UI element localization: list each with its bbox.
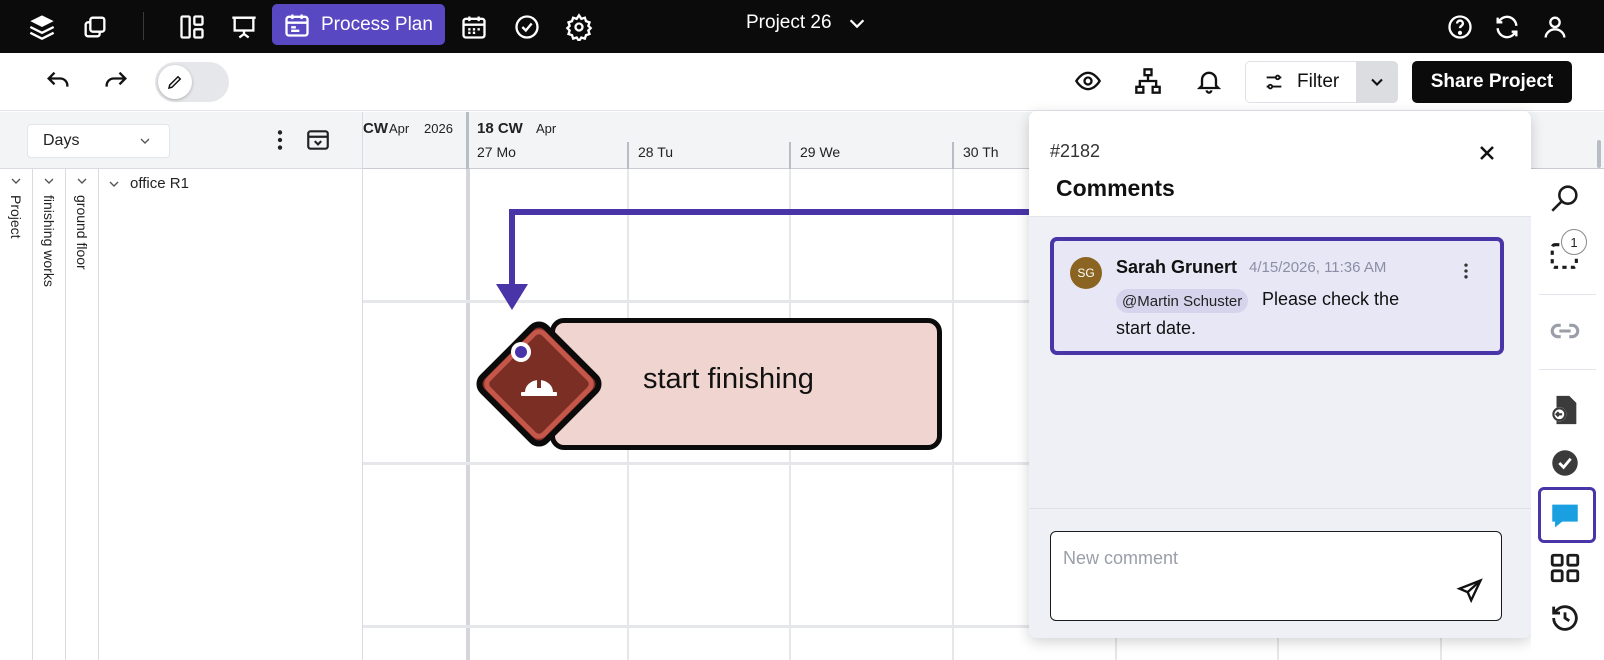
- calendar-grid-icon[interactable]: [460, 13, 488, 41]
- refresh-icon[interactable]: [1493, 13, 1521, 41]
- task-label: start finishing: [643, 363, 814, 395]
- day-tick: [952, 142, 954, 169]
- mention-chip[interactable]: @Martin Schuster: [1116, 289, 1249, 313]
- toolbar: Filter Share Project: [0, 53, 1604, 111]
- chevron-down-icon[interactable]: [41, 173, 57, 189]
- comment-thread-id: #2182: [1050, 141, 1101, 161]
- rail-divider: [1539, 369, 1596, 370]
- tree-label-project: Project: [8, 195, 24, 239]
- copy-icon[interactable]: [81, 13, 109, 41]
- new-comment-input[interactable]: [1063, 544, 1443, 572]
- file-import-icon[interactable]: [1548, 393, 1582, 427]
- send-icon[interactable]: [1456, 577, 1484, 605]
- prev-month-label: Apr: [389, 121, 410, 136]
- selection-count-badge: 1: [1561, 229, 1587, 255]
- sliders-icon: [1266, 74, 1282, 90]
- day-label: 29 We: [800, 144, 841, 160]
- toggle-knob: [158, 65, 192, 99]
- history-icon[interactable]: [1548, 601, 1582, 635]
- process-plan-button[interactable]: Process Plan: [272, 4, 445, 45]
- check-badge-icon[interactable]: [1548, 446, 1582, 480]
- view-scale-select[interactable]: Days: [27, 124, 170, 158]
- hierarchy-icon[interactable]: [1134, 67, 1162, 95]
- prev-week-label: CW: [363, 120, 388, 137]
- left-panel-tree: Project finishing works ground floor off…: [0, 169, 363, 660]
- filter-label: Filter: [1297, 71, 1340, 92]
- comment-text: Please check the: [1262, 289, 1400, 309]
- project-selector[interactable]: Project 26: [746, 12, 868, 34]
- rail-divider: [1539, 294, 1596, 295]
- chevron-down-icon: [849, 19, 864, 29]
- month-label: Apr: [536, 121, 557, 136]
- eye-icon[interactable]: [1074, 67, 1102, 95]
- tree-row-office[interactable]: office R1: [106, 175, 189, 192]
- filter-button[interactable]: Filter: [1245, 61, 1357, 103]
- right-tool-rail: 1: [1531, 169, 1604, 660]
- undo-icon[interactable]: [44, 68, 72, 96]
- close-icon[interactable]: [1475, 141, 1499, 165]
- edit-mode-toggle[interactable]: [155, 62, 229, 102]
- share-project-button[interactable]: Share Project: [1412, 61, 1572, 103]
- process-plan-label: Process Plan: [321, 13, 433, 35]
- link-icon[interactable]: [1548, 314, 1582, 348]
- comment-timestamp: 4/15/2026, 11:36 AM: [1249, 259, 1387, 276]
- more-vertical-icon[interactable]: [1456, 261, 1476, 281]
- pencil-icon: [167, 75, 182, 90]
- grid-icon[interactable]: [1548, 551, 1582, 585]
- help-icon[interactable]: [1446, 13, 1474, 41]
- day-tick: [627, 142, 629, 169]
- chevron-down-icon[interactable]: [74, 173, 90, 189]
- user-icon[interactable]: [1541, 13, 1569, 41]
- comment-card[interactable]: SG Sarah Grunert 4/15/2026, 11:36 AM @Ma…: [1050, 237, 1504, 355]
- row-label: office R1: [130, 175, 189, 192]
- vertical-scrollbar[interactable]: [1597, 140, 1601, 168]
- comment-text: start date.: [1116, 318, 1197, 338]
- comment-author: Sarah Grunert: [1116, 257, 1238, 277]
- view-scale-value: Days: [43, 132, 80, 149]
- layers-icon[interactable]: [28, 13, 56, 41]
- day-tick: [789, 142, 791, 169]
- nav-divider: [143, 12, 144, 40]
- new-comment-box[interactable]: [1050, 531, 1502, 621]
- chevron-down-icon[interactable]: [8, 173, 24, 189]
- presentation-icon[interactable]: [230, 13, 258, 41]
- project-title: Project 26: [746, 12, 832, 33]
- comments-title: Comments: [1056, 175, 1175, 201]
- redo-icon[interactable]: [102, 68, 130, 96]
- search-icon[interactable]: [1548, 181, 1582, 215]
- tree-column-finishing-works[interactable]: finishing works: [33, 169, 66, 660]
- day-label: 30 Th: [963, 144, 999, 160]
- filter-dropdown-button[interactable]: [1356, 61, 1398, 103]
- tree-label-ground-floor: ground floor: [74, 195, 90, 270]
- prev-year-label: 2026: [424, 121, 453, 136]
- chevron-down-icon: [1371, 78, 1383, 86]
- tree-column-project[interactable]: Project: [0, 169, 33, 660]
- selection-dot: [515, 346, 527, 358]
- left-panel-header: Days: [0, 112, 363, 169]
- week-divider: [466, 112, 469, 169]
- chat-bubble-icon[interactable]: [1548, 499, 1582, 533]
- bell-icon[interactable]: [1195, 67, 1223, 95]
- check-circle-icon[interactable]: [513, 13, 541, 41]
- gear-icon[interactable]: [565, 13, 593, 41]
- layout-icon[interactable]: [178, 13, 206, 41]
- calendar-icon: [285, 14, 309, 37]
- chevron-down-icon: [109, 181, 119, 187]
- day-label: 27 Mo: [477, 144, 516, 160]
- top-navigation: Process Plan Project 26: [0, 0, 1604, 53]
- chevron-down-icon: [140, 138, 150, 144]
- tree-label-finishing-works: finishing works: [41, 195, 57, 287]
- day-label: 28 Tu: [638, 144, 674, 160]
- task-milestone-diamond[interactable]: [465, 310, 613, 458]
- comments-panel: #2182 Comments SG Sarah Grunert 4/15/202…: [1029, 111, 1531, 638]
- tree-column-ground-floor[interactable]: ground floor: [66, 169, 99, 660]
- collapse-panel-icon[interactable]: [305, 127, 331, 153]
- more-vertical-icon[interactable]: [267, 127, 293, 153]
- week-label: 18 CW: [477, 120, 523, 137]
- avatar: SG: [1070, 257, 1102, 289]
